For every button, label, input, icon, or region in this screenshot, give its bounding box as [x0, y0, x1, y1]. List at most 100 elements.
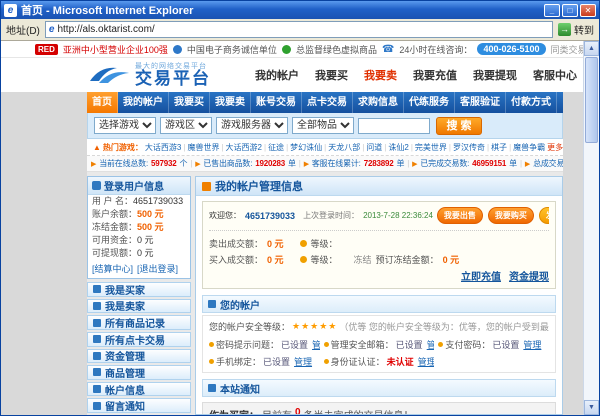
ie-logo-icon: e	[4, 4, 17, 17]
hot-game-link[interactable]: 天龙八部	[326, 142, 362, 153]
scrollbar-thumb[interactable]	[585, 57, 598, 143]
sidebar-item-messages[interactable]: 留言通知	[87, 398, 191, 413]
sidebar-item-goods-records[interactable]: 所有商品记录	[87, 315, 191, 330]
hot-game-link[interactable]: 大话西游3	[143, 142, 183, 153]
sidebar-item-card-trades[interactable]: 所有点卡交易	[87, 332, 191, 347]
welcome-box: 欢迎您： 4651739033 上次登录时间： 2013-7-28 22:36:…	[202, 201, 556, 289]
go-button[interactable]: → 转到	[558, 22, 594, 37]
sidebar-item-goods-manage[interactable]: 商品管理	[87, 365, 191, 380]
settlement-center-link[interactable]: [结算中心]	[92, 262, 133, 275]
sidebar-item-seller[interactable]: 我是卖家	[87, 299, 191, 314]
sidebar-item-account-info[interactable]: 帐户信息	[87, 382, 191, 397]
site-header: 最大的网络交易平台 交易平台 我的帐户 我要买 我要卖 我要充值 我要提现 客服…	[1, 58, 583, 92]
honor-text-1: 亚洲中小型营业企业100强	[63, 43, 168, 56]
header-link-my-account[interactable]: 我的帐户	[255, 67, 299, 83]
hot-games-label: 热门游戏：	[103, 142, 143, 153]
scroll-up-icon[interactable]: ▲	[584, 41, 599, 56]
security-note: （优等 您的帐户安全等级为：优等，您的帐户受到最高级别的保护措施）	[339, 320, 549, 333]
address-input[interactable]	[57, 24, 549, 35]
manage-link[interactable]: 管理	[523, 338, 541, 351]
nav-service-verify[interactable]: 客服验证	[455, 92, 506, 113]
account-stats: 卖出成交额：0 元 等级： 买入成交额：0 元 等级： 冻结 预订冻结金额：0 …	[209, 230, 549, 283]
logout-link[interactable]: [退出登录]	[137, 262, 178, 275]
item-type-select[interactable]: 全部物品	[292, 117, 354, 134]
game-select[interactable]: 选择游戏	[94, 117, 156, 134]
nav-leveling[interactable]: 代练服务	[404, 92, 455, 113]
post-wanted-button[interactable]: 发布求购	[539, 207, 549, 224]
keyword-input[interactable]	[358, 118, 430, 134]
close-button[interactable]: ✕	[580, 4, 596, 17]
nav-buy[interactable]: 我要买	[169, 92, 210, 113]
menu-bullet-icon	[93, 335, 101, 343]
security-item-safe-email: 管理安全邮箱： 已设置 管理	[324, 338, 435, 351]
header-link-recharge[interactable]: 我要充值	[413, 67, 457, 83]
menu-bullet-icon	[93, 352, 101, 360]
greeting-label: 欢迎您：	[209, 210, 241, 221]
nav-card-trade[interactable]: 点卡交易	[302, 92, 353, 113]
section-bullet-icon	[208, 300, 216, 308]
sidebar: 登录用户信息 用 户 名：4651739033 账户余额：500 元 冻结金额：…	[87, 176, 191, 415]
buyer-notice: 作为买家： 目前有 0 条尚未完成的交易信息！	[202, 402, 556, 415]
buy-button[interactable]: 我要购买	[488, 207, 534, 224]
hot-game-link[interactable]: 魔兽争霸	[511, 142, 547, 153]
site-logo[interactable]: 最大的网络交易平台 交易平台	[87, 63, 211, 87]
menu-bullet-icon	[93, 402, 101, 410]
sidebar-item-buyer[interactable]: 我是买家	[87, 282, 191, 297]
hot-game-link[interactable]: 梦幻诛仙	[288, 142, 324, 153]
security-level-label: 您的帐户安全等级：	[209, 320, 290, 333]
manage-link[interactable]: 管理	[418, 355, 435, 368]
hot-game-link[interactable]: 诛仙2	[386, 142, 410, 153]
hot-game-link[interactable]: 征途	[266, 142, 286, 153]
more-games-link[interactable]: 更多>>	[547, 142, 563, 153]
header-link-withdraw[interactable]: 我要提现	[473, 67, 517, 83]
recharge-link[interactable]: 立即充值	[461, 268, 501, 283]
account-section-header: 您的帐户	[202, 295, 556, 313]
last-login-time: 2013-7-28 22:36:24	[363, 211, 433, 220]
megaphone-icon: ▶	[412, 160, 417, 168]
menu-bullet-icon	[93, 319, 101, 327]
manage-link[interactable]: 管理	[312, 338, 320, 351]
search-button[interactable]: 搜 索	[436, 117, 482, 135]
manage-link[interactable]: 管理	[294, 355, 312, 368]
stats-bar: ▶ 当前在线总数:597932个 | ▶ 已售出商品数:1920283单 | ▶…	[87, 156, 563, 172]
nav-account-trade[interactable]: 账号交易	[251, 92, 302, 113]
region-select[interactable]: 游戏区	[160, 117, 212, 134]
nav-wanted[interactable]: 求购信息	[353, 92, 404, 113]
go-arrow-icon: →	[558, 23, 571, 36]
page-favicon: e	[49, 24, 55, 35]
menu-bullet-icon	[93, 368, 101, 376]
hot-game-link[interactable]: 罗汉传奇	[451, 142, 487, 153]
sell-button[interactable]: 我要出售	[437, 207, 483, 224]
scroll-down-icon[interactable]: ▼	[584, 400, 599, 415]
nav-payment[interactable]: 付款方式	[506, 92, 557, 113]
hot-game-link[interactable]: 问道	[364, 142, 384, 153]
nav-my-account[interactable]: 我的帐户	[118, 92, 169, 113]
withdraw-link[interactable]: 资金提现	[509, 268, 549, 283]
header-link-service[interactable]: 客服中心	[533, 67, 577, 83]
maximize-button[interactable]: □	[562, 4, 578, 17]
nav-sell[interactable]: 我要卖	[210, 92, 251, 113]
megaphone-icon: ▶	[195, 160, 200, 168]
sidebar-item-funds[interactable]: 资金管理	[87, 349, 191, 364]
manage-link[interactable]: 管理	[427, 338, 435, 351]
hot-game-link[interactable]: 魔兽世界	[185, 142, 221, 153]
bullet-icon	[438, 342, 443, 347]
promo-note: 同类交易平台首额定进手机在您的任..	[551, 43, 584, 56]
user-icon	[92, 181, 101, 190]
header-link-sell[interactable]: 我要卖	[364, 67, 397, 83]
server-select[interactable]: 游戏服务器	[216, 117, 288, 134]
hot-game-link[interactable]: 棋子	[489, 142, 509, 153]
header-link-buy[interactable]: 我要买	[315, 67, 348, 83]
vertical-scrollbar[interactable]: ▲ ▼	[583, 41, 599, 415]
red-badge: RED	[35, 44, 58, 55]
hot-game-link[interactable]: 大话西游2	[224, 142, 264, 153]
security-item-mobile-bind: 手机绑定： 已设置 管理	[209, 355, 320, 368]
security-item-password-question: 密码提示问题： 已设置 管理	[209, 338, 320, 351]
main-nav: 首页 我的帐户 我要买 我要卖 账号交易 点卡交易 求购信息 代练服务 客服验证…	[87, 92, 563, 113]
minimize-button[interactable]: _	[544, 4, 560, 17]
username-row: 用 户 名：4651739033	[88, 195, 190, 208]
security-item-pay-password: 支付密码： 已设置 管理	[438, 338, 549, 351]
nav-home[interactable]: 首页	[87, 92, 118, 113]
security-item-id-verify: 身份证认证： 未认证 管理	[324, 355, 435, 368]
hot-game-link[interactable]: 完美世界	[413, 142, 449, 153]
